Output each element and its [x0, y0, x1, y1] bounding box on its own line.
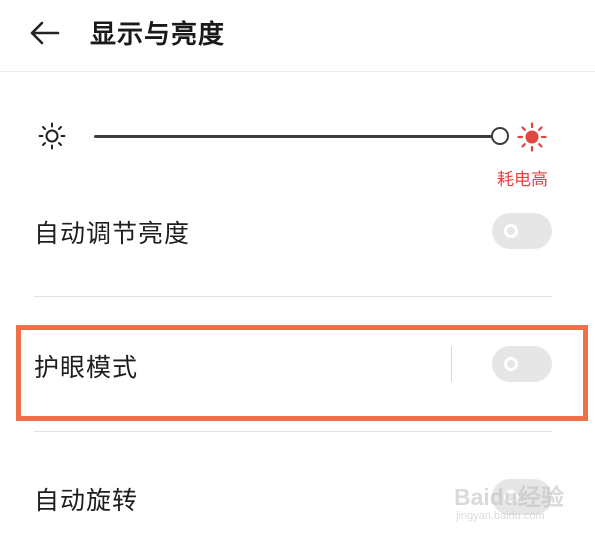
auto-rotate-label: 自动旋转 [34, 486, 139, 515]
top-app-bar: 显示与亮度 [0, 0, 595, 72]
watermark-logo: Baidu经验 [454, 484, 564, 510]
page-title: 显示与亮度 [90, 20, 226, 50]
baidu-watermark: Baidu经验 jingyan.baidu.com [452, 478, 588, 526]
sun-outline-icon [38, 122, 66, 150]
brightness-slider[interactable] [94, 124, 509, 150]
highlight-annotation-box [16, 325, 588, 421]
arrow-left-icon [30, 21, 60, 45]
slider-thumb[interactable] [491, 127, 509, 145]
auto-brightness-toggle[interactable] [492, 213, 552, 249]
slider-track [94, 135, 500, 138]
divider [34, 296, 552, 297]
auto-brightness-label: 自动调节亮度 [34, 219, 191, 248]
power-consumption-note: 耗电高 [497, 170, 548, 190]
back-button[interactable] [28, 18, 62, 48]
watermark-url: jingyan.baidu.com [456, 510, 545, 522]
sun-filled-icon [517, 122, 547, 152]
divider [34, 431, 552, 432]
toggle-knob [504, 224, 518, 238]
